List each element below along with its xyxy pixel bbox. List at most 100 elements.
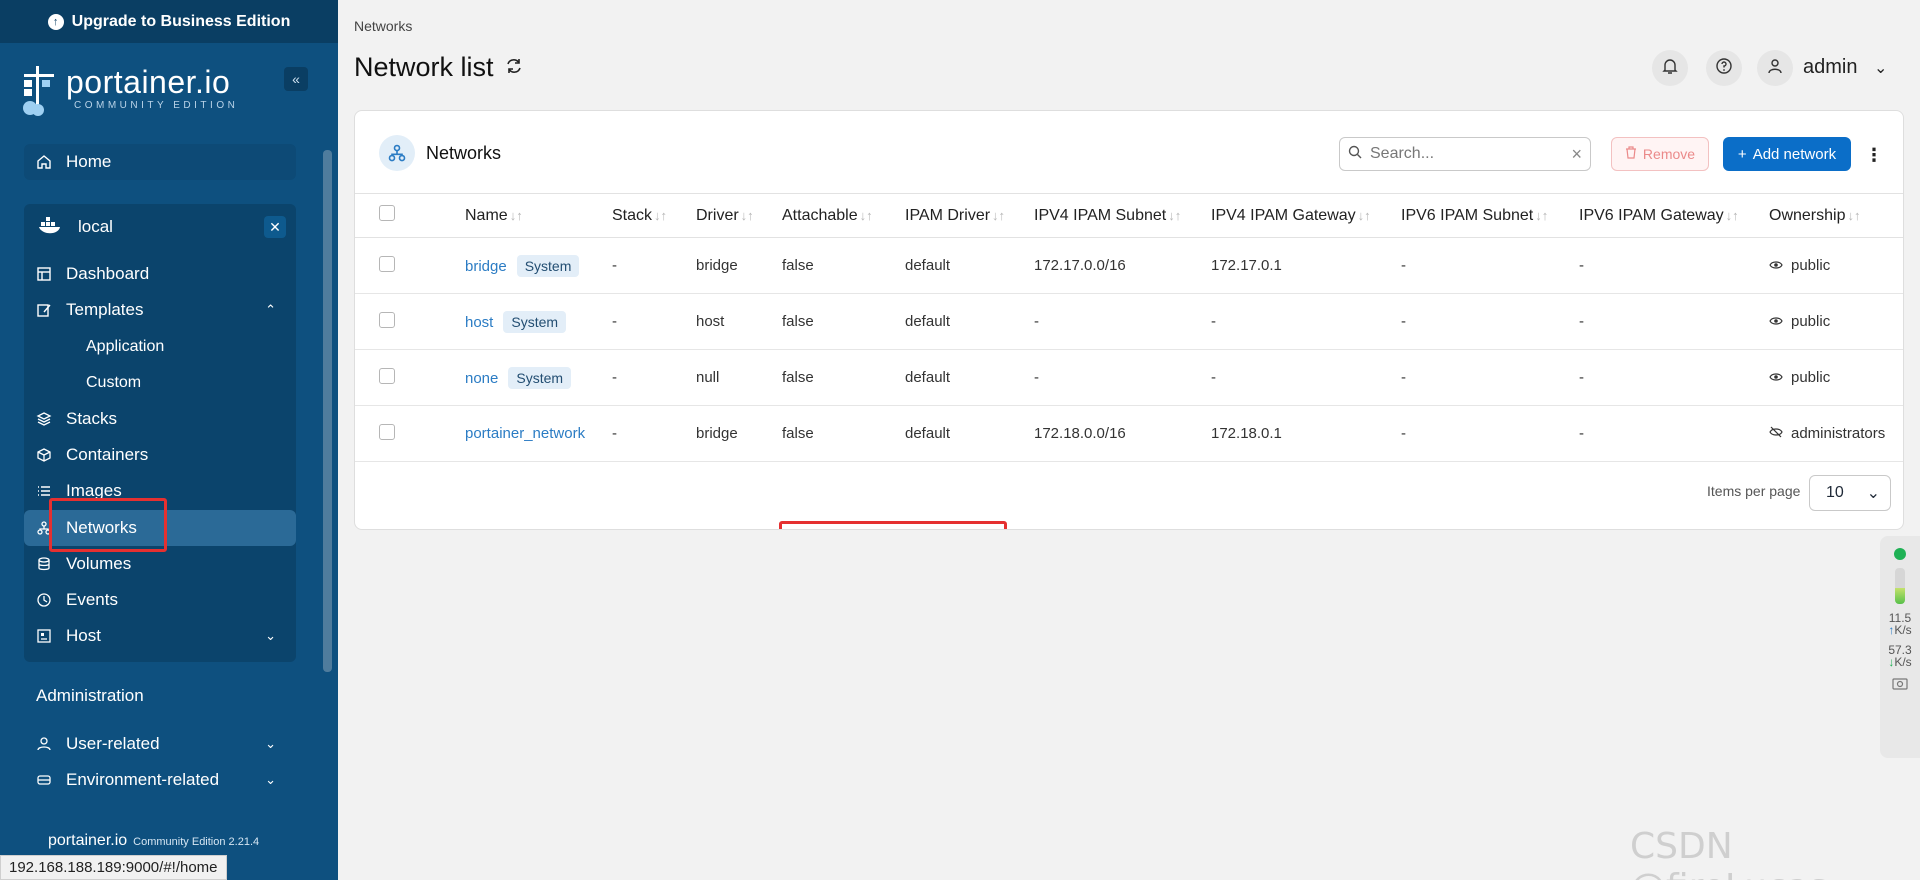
page-title-text: Network list — [354, 52, 494, 82]
breadcrumb[interactable]: Networks — [354, 18, 412, 34]
network-speed-widget[interactable]: 11.5 ↑K/s 57.3 ↓K/s — [1880, 536, 1920, 758]
column-ipv4-gateway[interactable]: IPV4 IPAM Gateway ↓↑ — [1211, 194, 1401, 238]
user-menu-name[interactable]: admin — [1803, 56, 1857, 79]
column-label: IPV4 IPAM Gateway — [1211, 206, 1356, 224]
sidebar-item-custom[interactable]: Custom — [86, 374, 141, 392]
download-unit: K/s — [1894, 655, 1912, 669]
row-checkbox[interactable] — [379, 255, 395, 272]
footer-logo: portainer.io Community Edition 2.21.4 — [48, 832, 259, 850]
network-name-link[interactable]: portainer_network — [465, 425, 585, 442]
cell-ipam-driver: default — [905, 313, 951, 330]
sidebar-item-events[interactable]: Events — [24, 582, 296, 618]
cell-ownership: public — [1769, 257, 1903, 274]
column-label: IPV6 IPAM Gateway — [1579, 206, 1724, 224]
sidebar-item-label: Home — [66, 152, 112, 171]
images-icon — [36, 483, 52, 499]
table-row: none System - null false default - - - - … — [355, 350, 1903, 406]
network-name-link[interactable]: bridge — [465, 258, 507, 275]
upgrade-label: Upgrade to Business Edition — [71, 12, 291, 30]
sidebar-item-containers[interactable]: Containers — [24, 437, 296, 473]
cell-ipam-driver: default — [905, 369, 951, 386]
column-label: IPV4 IPAM Subnet — [1034, 206, 1167, 224]
cell-stack: - — [612, 257, 617, 274]
column-stack[interactable]: Stack ↓↑ — [612, 194, 696, 238]
column-label: Name — [465, 206, 508, 224]
search-icon — [1348, 145, 1362, 164]
close-environment-button[interactable]: ✕ — [264, 216, 286, 238]
cell-stack: - — [612, 369, 617, 386]
sidebar-item-templates[interactable]: Templates ⌃ — [24, 292, 296, 328]
card-title: Networks — [426, 143, 502, 163]
more-options-icon[interactable]: ⋮ — [1865, 145, 1883, 166]
row-checkbox[interactable] — [379, 423, 395, 440]
cell-ipv6-subnet: - — [1401, 257, 1406, 274]
bell-icon — [1661, 57, 1679, 80]
row-checkbox[interactable] — [379, 311, 395, 328]
column-ownership[interactable]: Ownership ↓↑ — [1769, 194, 1903, 238]
sort-icon: ↓↑ — [992, 207, 1006, 223]
usage-bar — [1895, 568, 1905, 604]
search-input[interactable]: Search... × — [1339, 137, 1591, 171]
network-name-link[interactable]: none — [465, 370, 498, 387]
sidebar-scrollbar[interactable] — [323, 150, 332, 672]
trash-icon — [1625, 146, 1637, 162]
table-header: Name ↓↑ Stack ↓↑ Driver ↓↑ Attachable ↓↑ IPA… — [355, 193, 1903, 238]
upgrade-arrow-icon: ↑ — [47, 13, 64, 30]
sidebar-item-application[interactable]: Application — [86, 338, 164, 356]
eye-off-icon — [1769, 425, 1783, 442]
sort-icon: ↓↑ — [740, 207, 754, 223]
brand-edition: COMMUNITY EDITION — [74, 100, 239, 111]
annotation-highlight-sidebar — [49, 498, 167, 552]
network-name-link[interactable]: host — [465, 314, 493, 331]
chevron-down-icon: ⌄ — [265, 628, 276, 643]
sort-icon: ↓↑ — [1168, 207, 1182, 223]
column-ipv6-subnet[interactable]: IPV6 IPAM Subnet ↓↑ — [1401, 194, 1579, 238]
column-ipam-driver[interactable]: IPAM Driver ↓↑ — [905, 194, 1034, 238]
select-all-checkbox[interactable] — [379, 205, 395, 221]
items-per-page-select[interactable]: 10 ⌄ — [1809, 475, 1891, 511]
table-row: bridge System - bridge false default 172.… — [355, 238, 1903, 294]
upload-unit: K/s — [1894, 623, 1912, 637]
sidebar-item-host[interactable]: Host ⌄ — [24, 618, 296, 654]
ownership-label: administrators — [1791, 425, 1886, 442]
notifications-button[interactable] — [1652, 50, 1688, 86]
eye-icon — [1769, 257, 1783, 274]
upgrade-banner[interactable]: ↑ Upgrade to Business Edition — [0, 0, 338, 43]
column-name[interactable]: Name ↓↑ — [465, 194, 612, 238]
sidebar-item-stacks[interactable]: Stacks — [24, 401, 296, 437]
select-all-cell — [355, 194, 465, 238]
sidebar-item-dashboard[interactable]: Dashboard — [24, 256, 296, 292]
camera-icon[interactable] — [1892, 676, 1908, 693]
collapse-sidebar-button[interactable]: « — [284, 67, 308, 91]
sidebar-item-environment-related[interactable]: Environment-related ⌄ — [24, 762, 296, 798]
help-button[interactable] — [1706, 50, 1742, 86]
column-driver[interactable]: Driver ↓↑ — [696, 194, 782, 238]
environment-header[interactable]: local — [24, 208, 296, 246]
sidebar-item-user-related[interactable]: User-related ⌄ — [24, 726, 296, 762]
column-attachable[interactable]: Attachable ↓↑ — [782, 194, 905, 238]
portainer-logo[interactable]: portainer.io COMMUNITY EDITION — [20, 64, 238, 118]
user-avatar[interactable] — [1757, 50, 1793, 86]
sort-icon: ↓↑ — [1725, 207, 1739, 223]
add-network-button[interactable]: + Add network — [1723, 137, 1851, 171]
refresh-icon[interactable] — [504, 52, 524, 83]
column-ipv6-gateway[interactable]: IPV6 IPAM Gateway ↓↑ — [1579, 194, 1769, 238]
portainer-crane-icon — [20, 64, 58, 118]
chevron-down-icon[interactable]: ⌄ — [1874, 58, 1887, 78]
sidebar-item-home[interactable]: Home — [24, 144, 296, 180]
networks-table: Name ↓↑ Stack ↓↑ Driver ↓↑ Attachable ↓↑ IPA… — [355, 193, 1903, 462]
clear-search-icon[interactable]: × — [1571, 144, 1582, 165]
cell-driver: host — [696, 313, 725, 330]
cell-ipv6-gateway: - — [1579, 369, 1584, 386]
cell-ipv6-gateway: - — [1579, 313, 1584, 330]
column-ipv4-subnet[interactable]: IPV4 IPAM Subnet ↓↑ — [1034, 194, 1211, 238]
environment-icon — [36, 772, 52, 788]
column-label: Ownership — [1769, 206, 1846, 224]
row-checkbox[interactable] — [379, 367, 395, 384]
footer-version: Community Edition 2.21.4 — [133, 836, 260, 848]
brand-name: portainer.io — [66, 64, 231, 100]
chevron-down-icon: ⌄ — [1866, 485, 1880, 502]
sidebar: ↑ Upgrade to Business Edition portainer.… — [0, 0, 338, 880]
dashboard-icon — [36, 266, 52, 282]
remove-button[interactable]: Remove — [1611, 137, 1709, 171]
